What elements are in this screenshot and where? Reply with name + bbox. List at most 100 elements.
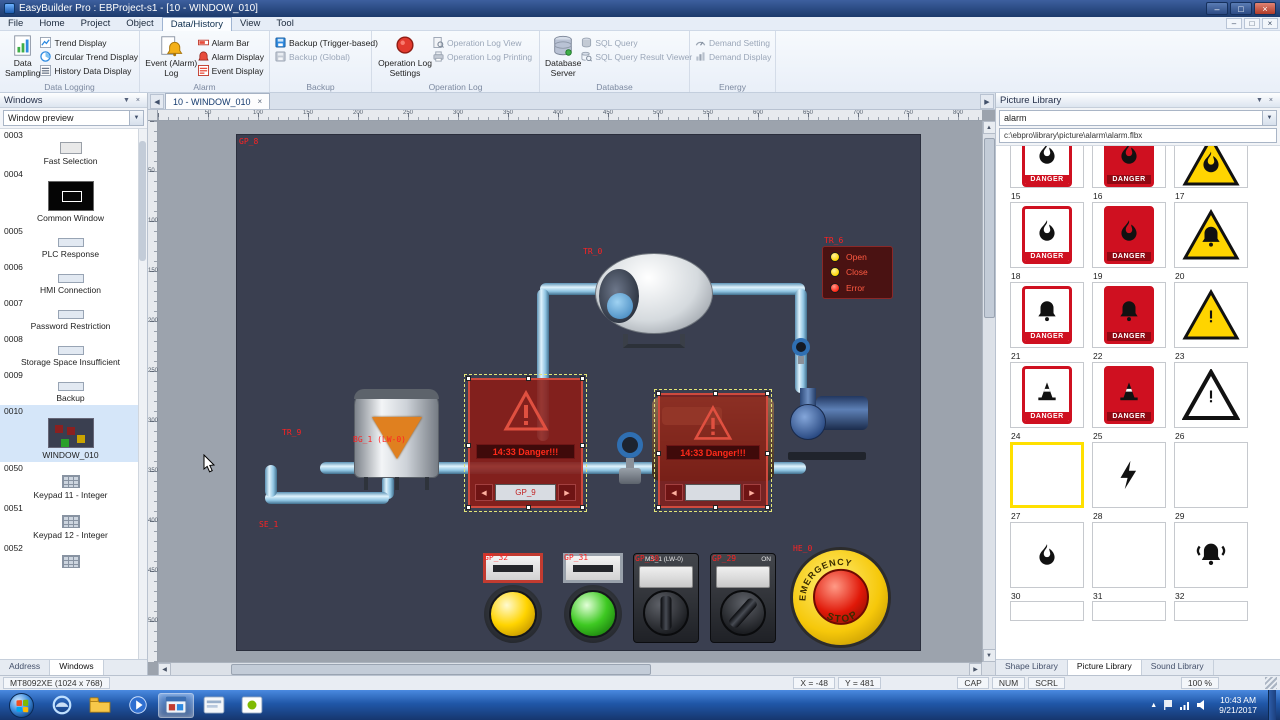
explorer-icon[interactable] xyxy=(82,693,118,718)
picture-cell[interactable]: DANGER xyxy=(1010,146,1084,188)
window-list-item[interactable]: 0007Password Restriction xyxy=(0,297,147,333)
window-list-item[interactable]: 0004Common Window xyxy=(0,168,147,225)
picture-cell[interactable]: DANGER xyxy=(1010,282,1084,348)
operation-log-settings-button[interactable]: Operation Log Settings xyxy=(377,33,433,79)
scroll-left-icon[interactable]: ◀ xyxy=(158,663,171,676)
media-player-icon[interactable] xyxy=(120,693,156,718)
scrollbar-thumb[interactable] xyxy=(231,664,651,675)
data-sampling-button[interactable]: Data Sampling xyxy=(5,33,40,79)
scroll-right-icon[interactable]: ▶ xyxy=(558,484,576,501)
window-list-item[interactable]: 0008Storage Space Insufficient xyxy=(0,333,147,369)
horizontal-scrollbar[interactable]: ◀ ▶ xyxy=(158,662,982,675)
emergency-stop-button[interactable]: HE_0 EMERGENCY STOP xyxy=(793,548,888,648)
menu-home[interactable]: Home xyxy=(31,17,72,31)
design-canvas[interactable]: GP_8 xyxy=(158,121,982,662)
library-path-field[interactable]: c:\ebpro\library\picture\alarm\alarm.flb… xyxy=(999,128,1277,143)
tab-picture-library[interactable]: Picture Library xyxy=(1068,660,1142,675)
tab-scroll-left-icon[interactable]: ◀ xyxy=(150,94,164,109)
scrollbar-thumb[interactable] xyxy=(984,138,995,318)
tray-flag-icon[interactable] xyxy=(1162,699,1174,711)
hmi-screen[interactable]: GP_8 xyxy=(237,135,920,650)
show-desktop-button[interactable] xyxy=(1268,690,1276,720)
trend-display-button[interactable]: Trend Display xyxy=(40,36,138,49)
alarm-bar-button[interactable]: Alarm Bar xyxy=(198,36,264,49)
picture-cell[interactable] xyxy=(1092,442,1166,508)
operation-log-view-button[interactable]: Operation Log View xyxy=(433,36,532,49)
picture-cell[interactable] xyxy=(1174,601,1248,621)
picture-cell[interactable]: DANGER xyxy=(1092,146,1166,188)
pipe-segment[interactable] xyxy=(265,492,389,504)
scroll-down-icon[interactable]: ▼ xyxy=(983,649,996,662)
document-tab[interactable]: 10 - WINDOW_010 × xyxy=(165,93,270,109)
menu-data-history[interactable]: Data/History xyxy=(162,17,232,31)
vertical-scrollbar[interactable]: ▲ ▼ xyxy=(982,121,995,662)
window-list-item[interactable]: 0003Fast Selection xyxy=(0,129,147,168)
easybuilder-task-button[interactable] xyxy=(158,693,194,718)
panel-close-icon[interactable]: × xyxy=(133,97,143,104)
demand-display-button[interactable]: Demand Display xyxy=(695,50,771,63)
menu-object[interactable]: Object xyxy=(118,17,161,31)
close-button[interactable]: × xyxy=(1254,2,1276,15)
panel-dropdown-icon[interactable]: ▼ xyxy=(1253,97,1266,104)
window-list-item[interactable]: 0005PLC Response xyxy=(0,225,147,261)
picture-cell[interactable] xyxy=(1174,202,1248,268)
taskbar-clock[interactable]: 10:43 AM 9/21/2017 xyxy=(1213,695,1263,715)
menu-view[interactable]: View xyxy=(232,17,268,31)
sql-query-result-viewer-button[interactable]: SQL Query Result Viewer xyxy=(581,50,692,63)
picture-cell[interactable]: DANGER xyxy=(1010,362,1084,428)
mdi-minimize-button[interactable]: – xyxy=(1226,18,1242,29)
tab-address[interactable]: Address xyxy=(0,660,50,675)
pilot-light-yellow[interactable]: GP_32 xyxy=(483,553,543,645)
operation-log-printing-button[interactable]: Operation Log Printing xyxy=(433,50,532,63)
tab-close-icon[interactable]: × xyxy=(258,97,263,106)
scroll-left-icon[interactable]: ◀ xyxy=(665,484,683,501)
picture-cell[interactable]: DANGER xyxy=(1010,202,1084,268)
window-list-item[interactable]: 0006HMI Connection xyxy=(0,261,147,297)
picture-cell[interactable] xyxy=(1174,146,1248,188)
pipe-segment[interactable] xyxy=(265,465,277,497)
valve-object[interactable] xyxy=(612,432,648,487)
history-data-display-button[interactable]: History Data Display xyxy=(40,64,138,77)
menu-project[interactable]: Project xyxy=(73,17,119,31)
window-list-item[interactable]: 0010WINDOW_010 xyxy=(0,405,147,462)
valve-status-panel[interactable]: Open Close Error xyxy=(822,246,893,299)
volume-icon[interactable] xyxy=(1196,699,1208,711)
sql-query-button[interactable]: SQL Query xyxy=(581,36,692,49)
start-button[interactable] xyxy=(9,693,34,718)
windows-list-scrollbar[interactable] xyxy=(138,129,147,659)
picture-cell[interactable] xyxy=(1010,442,1084,508)
tray-expand-icon[interactable]: ▲ xyxy=(1150,702,1157,709)
window-list-item[interactable]: 0050Keypad 11 - Integer xyxy=(0,462,147,502)
pipe-segment[interactable] xyxy=(705,283,805,295)
tab-windows[interactable]: Windows xyxy=(50,660,103,675)
picture-cell[interactable] xyxy=(1174,522,1248,588)
selector-switch[interactable]: GP_29 ON xyxy=(710,553,776,643)
panel-close-icon[interactable]: × xyxy=(1266,97,1276,104)
scroll-right-icon[interactable]: ▶ xyxy=(743,484,761,501)
picture-cell[interactable] xyxy=(1010,522,1084,588)
window-preview-select[interactable]: Window preview ▼ xyxy=(3,110,144,126)
valve-object[interactable] xyxy=(787,338,815,366)
pilot-light-green[interactable]: GP_31 xyxy=(563,553,623,645)
picture-cell[interactable] xyxy=(1174,442,1248,508)
event-alarm-log-button[interactable]: Event (Alarm) Log xyxy=(145,33,198,79)
picture-cell[interactable] xyxy=(1092,522,1166,588)
scroll-left-icon[interactable]: ◀ xyxy=(475,484,493,501)
backup-trigger-button[interactable]: Backup (Trigger-based) xyxy=(275,36,378,49)
library-select[interactable]: alarm ▼ xyxy=(999,110,1277,126)
maximize-button[interactable]: □ xyxy=(1230,2,1252,15)
scroll-up-icon[interactable]: ▲ xyxy=(983,121,996,134)
event-display-button[interactable]: Event Display xyxy=(198,64,264,77)
app-task-button[interactable] xyxy=(234,693,270,718)
pump-object[interactable] xyxy=(786,388,868,460)
tab-scroll-right-icon[interactable]: ▶ xyxy=(980,94,994,109)
ie-icon[interactable] xyxy=(44,693,80,718)
database-server-button[interactable]: Database Server xyxy=(545,33,581,79)
backup-global-button[interactable]: Backup (Global) xyxy=(275,50,378,63)
alarm-display-object[interactable]: 14:33 Danger!!! ◀ ▶ xyxy=(658,393,768,508)
alarm-display-button[interactable]: Alarm Display xyxy=(198,50,264,63)
tab-sound-library[interactable]: Sound Library xyxy=(1142,660,1214,675)
mdi-close-button[interactable]: × xyxy=(1262,18,1278,29)
app-task-button[interactable] xyxy=(196,693,232,718)
selector-switch[interactable]: GP_30 MS_1 (LW-0) xyxy=(633,553,699,643)
